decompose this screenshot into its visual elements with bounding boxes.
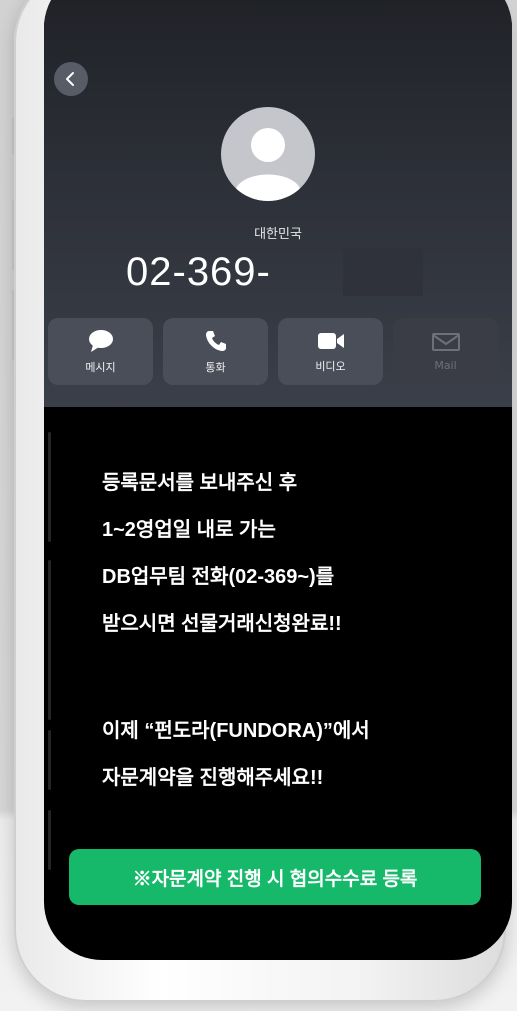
contact-country: 대한민국 <box>254 227 302 242</box>
call-action-label: 통화 <box>205 360 226 374</box>
contact-header: 대한민국 02-369- 메시지 통화 비디오 Mail <box>44 0 512 407</box>
call-action-button[interactable]: 통화 <box>163 318 268 385</box>
notice-line: DB업무팀 전화(02-369~)를 <box>102 566 335 588</box>
notice-line: 자문계약을 진행해주세요!! <box>102 767 324 789</box>
person-icon <box>235 128 301 201</box>
mail-action-label: Mail <box>434 359 457 372</box>
notice-line: 1~2영업일 내로 가는 <box>102 519 276 541</box>
notice-line: 받으시면 선물거래신청완료!! <box>102 613 342 635</box>
mail-icon <box>431 333 460 351</box>
scroll-edge-3 <box>48 730 51 790</box>
chevron-left-icon <box>66 72 74 86</box>
video-camera-icon <box>317 332 344 349</box>
mail-action-button[interactable]: Mail <box>393 318 498 385</box>
notice-line: 이제 “펀도라(FUNDORA)”에서 <box>102 720 370 742</box>
phone-frame: 대한민국 02-369- 메시지 통화 비디오 Mail 등록문서를 보내주신 … <box>14 0 512 1002</box>
video-action-button[interactable]: 비디오 <box>278 318 383 385</box>
notice-line: 등록문서를 보내주신 후 <box>102 472 298 494</box>
scroll-edge-4 <box>48 810 51 870</box>
contact-phone-number: 02-369- <box>126 250 271 294</box>
message-action-button[interactable]: 메시지 <box>48 318 153 385</box>
phone-screen: 대한민국 02-369- 메시지 통화 비디오 Mail 등록문서를 보내주신 … <box>44 0 512 960</box>
back-button[interactable] <box>54 62 88 96</box>
scroll-edge-1 <box>48 432 51 542</box>
phone-icon <box>205 330 226 351</box>
fee-registration-button[interactable]: ※자문계약 진행 시 협의수수료 등록 <box>69 849 481 905</box>
message-action-label: 메시지 <box>85 360 116 374</box>
message-bubble-icon <box>88 329 113 352</box>
avatar <box>221 107 315 201</box>
notice-message: 등록문서를 보내주신 후 1~2영업일 내로 가는 DB업무팀 전화(02-36… <box>102 460 502 802</box>
scroll-edge-2 <box>48 560 51 720</box>
redacted-number-block <box>343 248 423 296</box>
video-action-label: 비디오 <box>315 359 346 373</box>
notice-spacer <box>102 648 502 708</box>
